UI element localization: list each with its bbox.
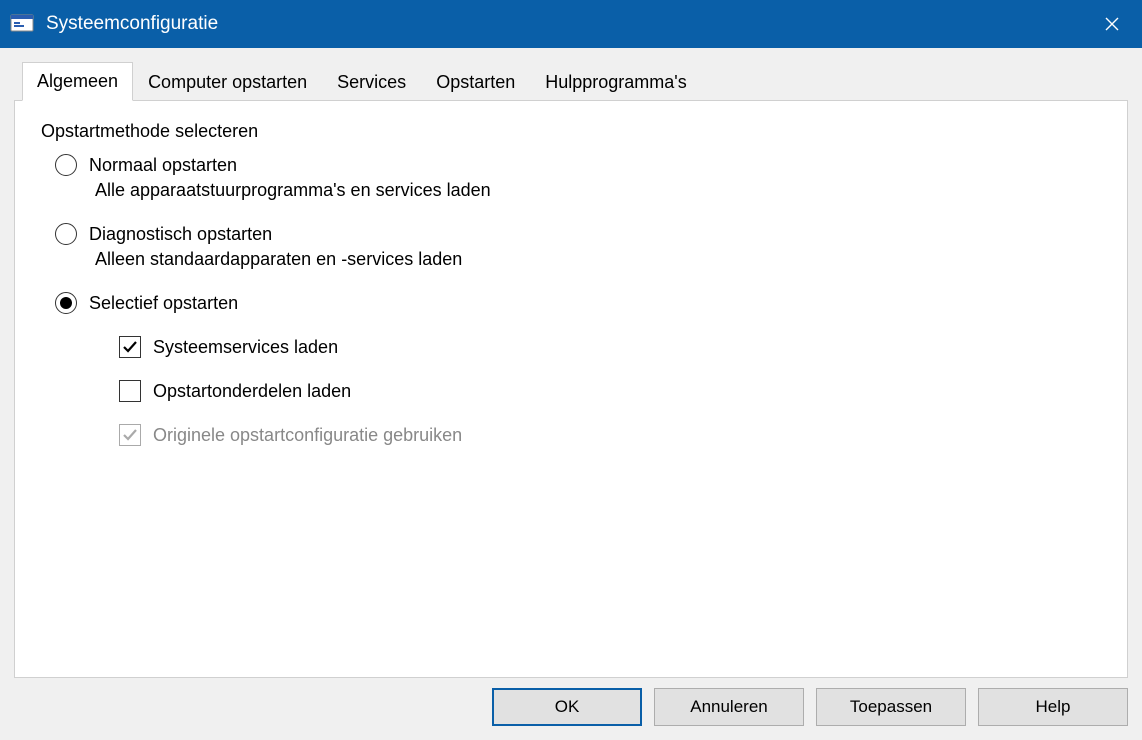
apply-button[interactable]: Toepassen — [816, 688, 966, 726]
checkbox-icon — [119, 424, 141, 446]
titlebar: Systeemconfiguratie — [0, 0, 1142, 48]
radio-diagnostisch-opstarten[interactable]: Diagnostisch opstarten — [55, 223, 1101, 245]
checkbox-icon — [119, 380, 141, 402]
checkbox-icon — [119, 336, 141, 358]
tab-services[interactable]: Services — [322, 65, 421, 100]
button-label: Toepassen — [850, 697, 932, 717]
radio-label: Diagnostisch opstarten — [89, 224, 272, 245]
tab-label: Hulpprogramma's — [545, 72, 687, 92]
tab-hulpprogrammas[interactable]: Hulpprogramma's — [530, 65, 702, 100]
button-row: OK Annuleren Toepassen Help — [492, 688, 1128, 726]
group-title: Opstartmethode selecteren — [41, 121, 1101, 142]
client-area: Algemeen Computer opstarten Services Ops… — [0, 48, 1142, 740]
tab-opstarten[interactable]: Opstarten — [421, 65, 530, 100]
checkbox-label: Systeemservices laden — [153, 337, 338, 358]
checkbox-label: Originele opstartconfiguratie gebruiken — [153, 425, 462, 446]
tab-label: Services — [337, 72, 406, 92]
radio-icon — [55, 292, 77, 314]
tab-label: Computer opstarten — [148, 72, 307, 92]
checkbox-opstartonderdelen-laden[interactable]: Opstartonderdelen laden — [119, 380, 1101, 402]
tab-computer-opstarten[interactable]: Computer opstarten — [133, 65, 322, 100]
radio-normaal-opstarten[interactable]: Normaal opstarten — [55, 154, 1101, 176]
checkbox-label: Opstartonderdelen laden — [153, 381, 351, 402]
app-icon — [10, 12, 34, 36]
radio-label: Normaal opstarten — [89, 155, 237, 176]
close-button[interactable] — [1082, 0, 1142, 48]
radio-label: Selectief opstarten — [89, 293, 238, 314]
sub-options: Systeemservices laden Opstartonderdelen … — [119, 336, 1101, 446]
radio-description: Alle apparaatstuurprogramma's en service… — [95, 180, 1101, 201]
tab-algemeen[interactable]: Algemeen — [22, 62, 133, 101]
button-label: Help — [1036, 697, 1071, 717]
radio-description: Alleen standaardapparaten en -services l… — [95, 249, 1101, 270]
tab-label: Opstarten — [436, 72, 515, 92]
radio-selectief-opstarten[interactable]: Selectief opstarten — [55, 292, 1101, 314]
tabstrip: Algemeen Computer opstarten Services Ops… — [14, 62, 1128, 100]
help-button[interactable]: Help — [978, 688, 1128, 726]
button-label: Annuleren — [690, 697, 768, 717]
button-label: OK — [555, 697, 580, 717]
cancel-button[interactable]: Annuleren — [654, 688, 804, 726]
radio-icon — [55, 223, 77, 245]
window-title: Systeemconfiguratie — [46, 13, 1082, 35]
checkbox-originele-opstartconfiguratie: Originele opstartconfiguratie gebruiken — [119, 424, 1101, 446]
checkbox-systeemservices-laden[interactable]: Systeemservices laden — [119, 336, 1101, 358]
tabpane-algemeen: Opstartmethode selecteren Normaal opstar… — [14, 100, 1128, 678]
tab-label: Algemeen — [37, 71, 118, 91]
radio-icon — [55, 154, 77, 176]
ok-button[interactable]: OK — [492, 688, 642, 726]
